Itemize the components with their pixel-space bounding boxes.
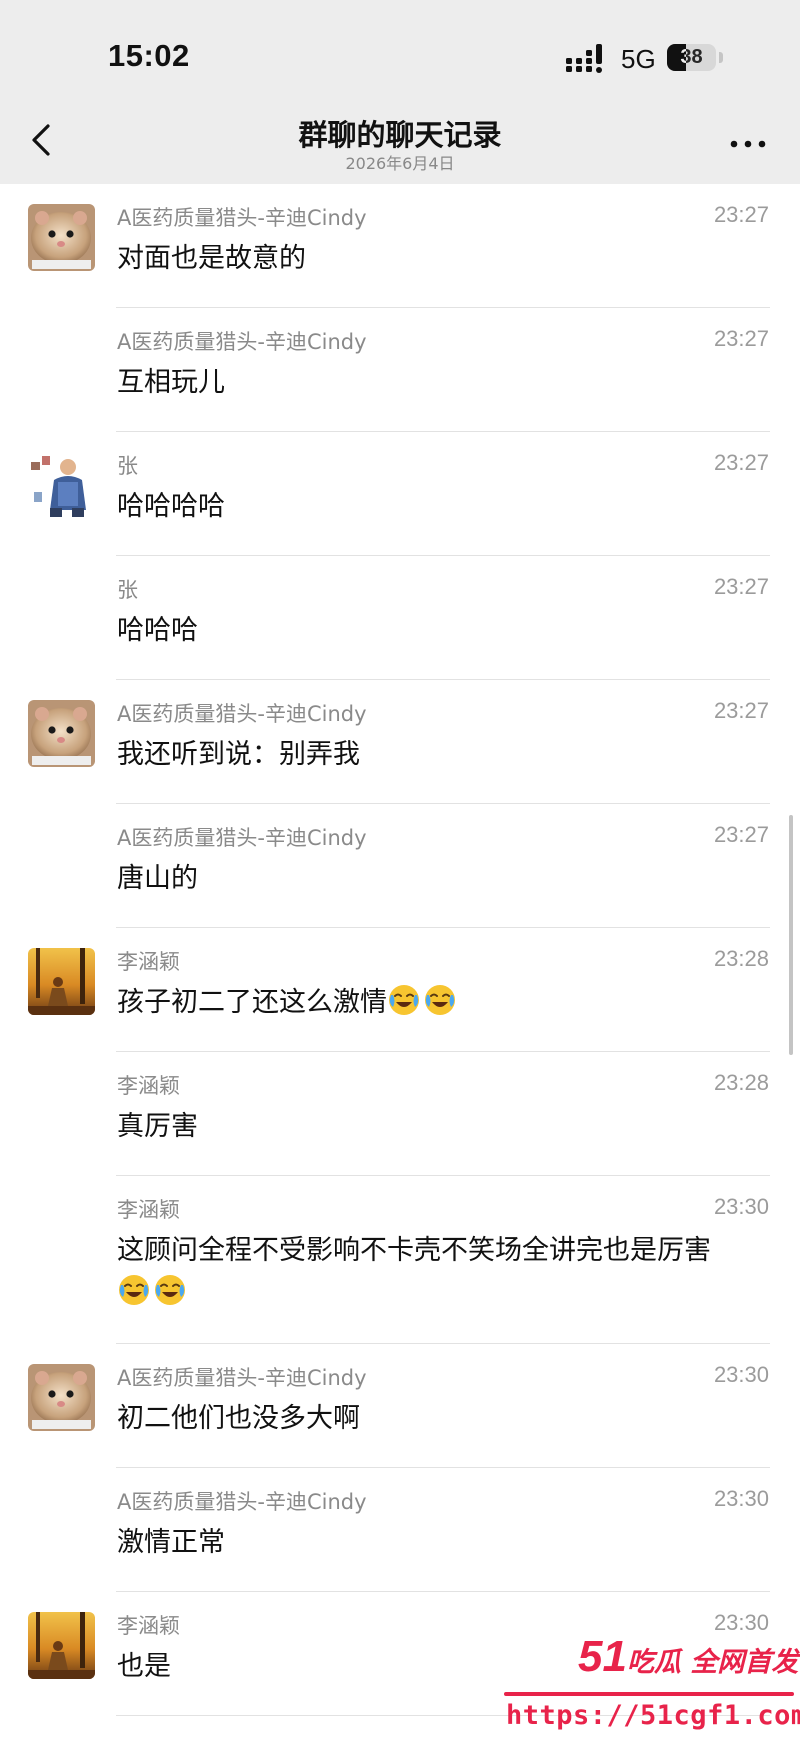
chat-message[interactable]: A医药质量猎头-辛迪Cindy 23:27 互相玩儿 — [0, 308, 800, 432]
message-time: 23:30 — [713, 1486, 769, 1511]
message-text: 对面也是故意的 — [117, 238, 777, 280]
sender-name: 李涵颖 — [117, 1614, 180, 1638]
laugh-cry-emoji-icon — [119, 1275, 149, 1305]
message-body: 孩子初二了还这么激情 — [117, 987, 387, 1018]
sender-name: 李涵颖 — [117, 1074, 180, 1098]
message-time: 23:28 — [713, 946, 769, 971]
status-time: 15:02 — [108, 38, 190, 73]
message-text: 真厉害 — [117, 1106, 777, 1148]
scrollbar[interactable] — [789, 815, 793, 1055]
message-time: 23:27 — [713, 698, 769, 723]
sender-name: A医药质量猎头-辛迪Cindy — [117, 1490, 367, 1514]
chat-message[interactable]: 李涵颖 23:30 这顾问全程不受影响不卡壳不笑场全讲完也是厉害 — [0, 1176, 800, 1344]
message-text: 互相玩儿 — [117, 362, 777, 404]
chat-message[interactable]: 张 23:27 哈哈哈 — [0, 556, 800, 680]
message-body: 真厉害 — [117, 1111, 198, 1142]
watermark: 51吃瓜 全网首发 https://51cgf1.com — [496, 1632, 800, 1738]
message-time: 23:27 — [713, 202, 769, 227]
message-time: 23:30 — [713, 1194, 769, 1219]
sender-name: 张 — [117, 578, 138, 602]
message-text: 初二他们也没多大啊 — [117, 1398, 777, 1440]
chat-message[interactable]: 李涵颖 23:28 孩子初二了还这么激情 — [0, 928, 800, 1052]
message-body: 唐山的 — [117, 863, 198, 894]
message-time: 23:28 — [713, 1070, 769, 1095]
battery-icon: 38 — [667, 44, 716, 71]
chat-message[interactable]: A医药质量猎头-辛迪Cindy 23:30 初二他们也没多大啊 — [0, 1344, 800, 1468]
message-body: 也是 — [117, 1651, 171, 1682]
message-body: 这顾问全程不受影响不卡壳不笑场全讲完也是厉害 — [117, 1235, 711, 1266]
message-time: 23:27 — [713, 326, 769, 351]
network-type: 5G — [621, 44, 656, 74]
message-body: 激情正常 — [117, 1527, 225, 1558]
avatar[interactable] — [28, 204, 95, 271]
page-title: 群聊的聊天记录 — [298, 118, 502, 152]
chat-record-list[interactable]: A医药质量猎头-辛迪Cindy 23:27 对面也是故意的 A医药质量猎头-辛迪Cin… — [0, 184, 800, 1716]
avatar[interactable] — [28, 1364, 95, 1431]
sender-name: A医药质量猎头-辛迪Cindy — [117, 826, 367, 850]
message-time: 23:27 — [713, 822, 769, 847]
chat-message[interactable]: A医药质量猎头-辛迪Cindy 23:27 对面也是故意的 — [0, 184, 800, 308]
emoji-group — [387, 983, 459, 1017]
message-text: 这顾问全程不受影响不卡壳不笑场全讲完也是厉害 — [117, 1230, 777, 1314]
laugh-cry-emoji-icon — [389, 985, 419, 1015]
sender-name: A医药质量猎头-辛迪Cindy — [117, 330, 367, 354]
watermark-number: 51 — [578, 1632, 627, 1681]
sender-name: 李涵颖 — [117, 950, 180, 974]
message-text: 孩子初二了还这么激情 — [117, 982, 777, 1024]
laugh-cry-emoji-icon — [155, 1275, 185, 1305]
message-body: 初二他们也没多大啊 — [117, 1403, 360, 1434]
message-time: 23:30 — [713, 1362, 769, 1387]
message-text: 哈哈哈 — [117, 610, 777, 652]
message-text: 我还听到说：别弄我 — [117, 734, 777, 776]
more-dots-icon — [730, 140, 766, 148]
watermark-underline — [504, 1692, 794, 1696]
sender-name: A医药质量猎头-辛迪Cindy — [117, 1366, 367, 1390]
message-text: 唐山的 — [117, 858, 777, 900]
avatar[interactable] — [28, 452, 95, 519]
avatar[interactable] — [28, 948, 95, 1015]
laugh-cry-emoji-icon — [425, 985, 455, 1015]
avatar[interactable] — [28, 700, 95, 767]
message-body: 哈哈哈 — [117, 615, 198, 646]
message-body: 互相玩儿 — [117, 367, 225, 398]
chat-message[interactable]: A医药质量猎头-辛迪Cindy 23:30 激情正常 — [0, 1468, 800, 1592]
sender-name: A医药质量猎头-辛迪Cindy — [117, 206, 367, 230]
battery-level: 38 — [680, 46, 703, 68]
chat-message[interactable]: A医药质量猎头-辛迪Cindy 23:27 唐山的 — [0, 804, 800, 928]
message-text: 激情正常 — [117, 1522, 777, 1564]
nav-bar: 群聊的聊天记录 2026年6月4日 — [0, 104, 800, 184]
message-text: 哈哈哈哈 — [117, 486, 777, 528]
message-body: 对面也是故意的 — [117, 243, 306, 274]
emoji-group — [117, 1273, 189, 1307]
status-bar: 15:02 5G 38 — [0, 0, 800, 104]
more-button[interactable] — [726, 134, 770, 154]
chat-message[interactable]: 张 23:27 哈哈哈哈 — [0, 432, 800, 556]
avatar[interactable] — [28, 1612, 95, 1679]
sender-name: A医药质量猎头-辛迪Cindy — [117, 702, 367, 726]
page-subtitle: 2026年6月4日 — [345, 154, 455, 173]
watermark-url: https://51cgf1.com — [506, 1700, 800, 1731]
chat-message[interactable]: 李涵颖 23:28 真厉害 — [0, 1052, 800, 1176]
message-body: 哈哈哈哈 — [117, 491, 225, 522]
sender-name: 张 — [117, 454, 138, 478]
message-body: 我还听到说：别弄我 — [117, 739, 360, 770]
sender-name: 李涵颖 — [117, 1198, 180, 1222]
watermark-slogan: 吃瓜 全网首发 — [626, 1647, 799, 1678]
watermark-brand: 51吃瓜 全网首发 — [578, 1632, 798, 1682]
message-time: 23:27 — [713, 450, 769, 475]
battery-tip — [719, 52, 723, 63]
chat-message[interactable]: A医药质量猎头-辛迪Cindy 23:27 我还听到说：别弄我 — [0, 680, 800, 804]
cellular-signal-icon — [566, 44, 602, 73]
message-time: 23:27 — [713, 574, 769, 599]
